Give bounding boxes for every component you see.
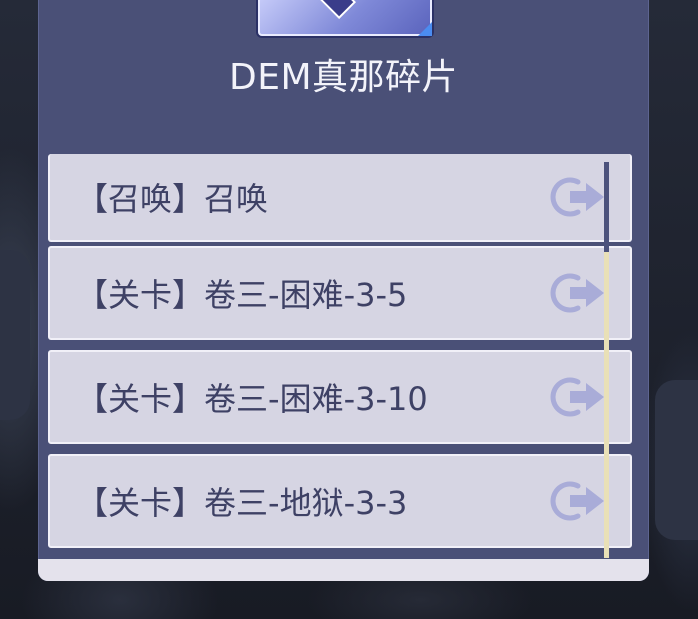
source-row[interactable]: 【关卡】卷三-困难-3-5 <box>48 246 632 340</box>
goto-icon[interactable] <box>548 374 606 420</box>
source-row[interactable]: 【关卡】卷三-困难-3-10 <box>48 350 632 444</box>
item-icon <box>258 0 432 36</box>
source-label: 【关卡】卷三-地狱-3-3 <box>76 484 408 522</box>
item-title: DEM真那碎片 <box>228 57 459 98</box>
goto-icon[interactable] <box>548 270 606 316</box>
source-row[interactable]: 【召唤】召唤 <box>48 154 632 242</box>
source-label: 【关卡】卷三-困难-3-10 <box>76 380 428 418</box>
background-robot-leg <box>655 380 698 540</box>
source-row[interactable]: 【关卡】卷三-地狱-3-3 <box>48 454 632 548</box>
goto-icon[interactable] <box>548 478 606 524</box>
background-robot-arm <box>0 250 30 420</box>
panel-footer <box>38 559 649 581</box>
goto-icon[interactable] <box>548 174 606 220</box>
source-label: 【关卡】卷三-困难-3-5 <box>76 276 408 314</box>
rarity-corner <box>418 22 432 36</box>
list-scrollbar[interactable] <box>604 162 609 558</box>
source-list[interactable]: 【召唤】召唤 【关卡】卷三-困难-3-5 【关卡】卷三-困难-3-10 【关卡】… <box>48 154 636 556</box>
source-label: 【召唤】召唤 <box>76 180 269 218</box>
crystal-shard-icon <box>317 0 357 20</box>
item-source-dialog: DEM真那碎片 【召唤】召唤 【关卡】卷三-困难-3-5 【关卡】卷三-困难-3… <box>38 0 649 581</box>
scrollbar-thumb[interactable] <box>604 162 609 252</box>
